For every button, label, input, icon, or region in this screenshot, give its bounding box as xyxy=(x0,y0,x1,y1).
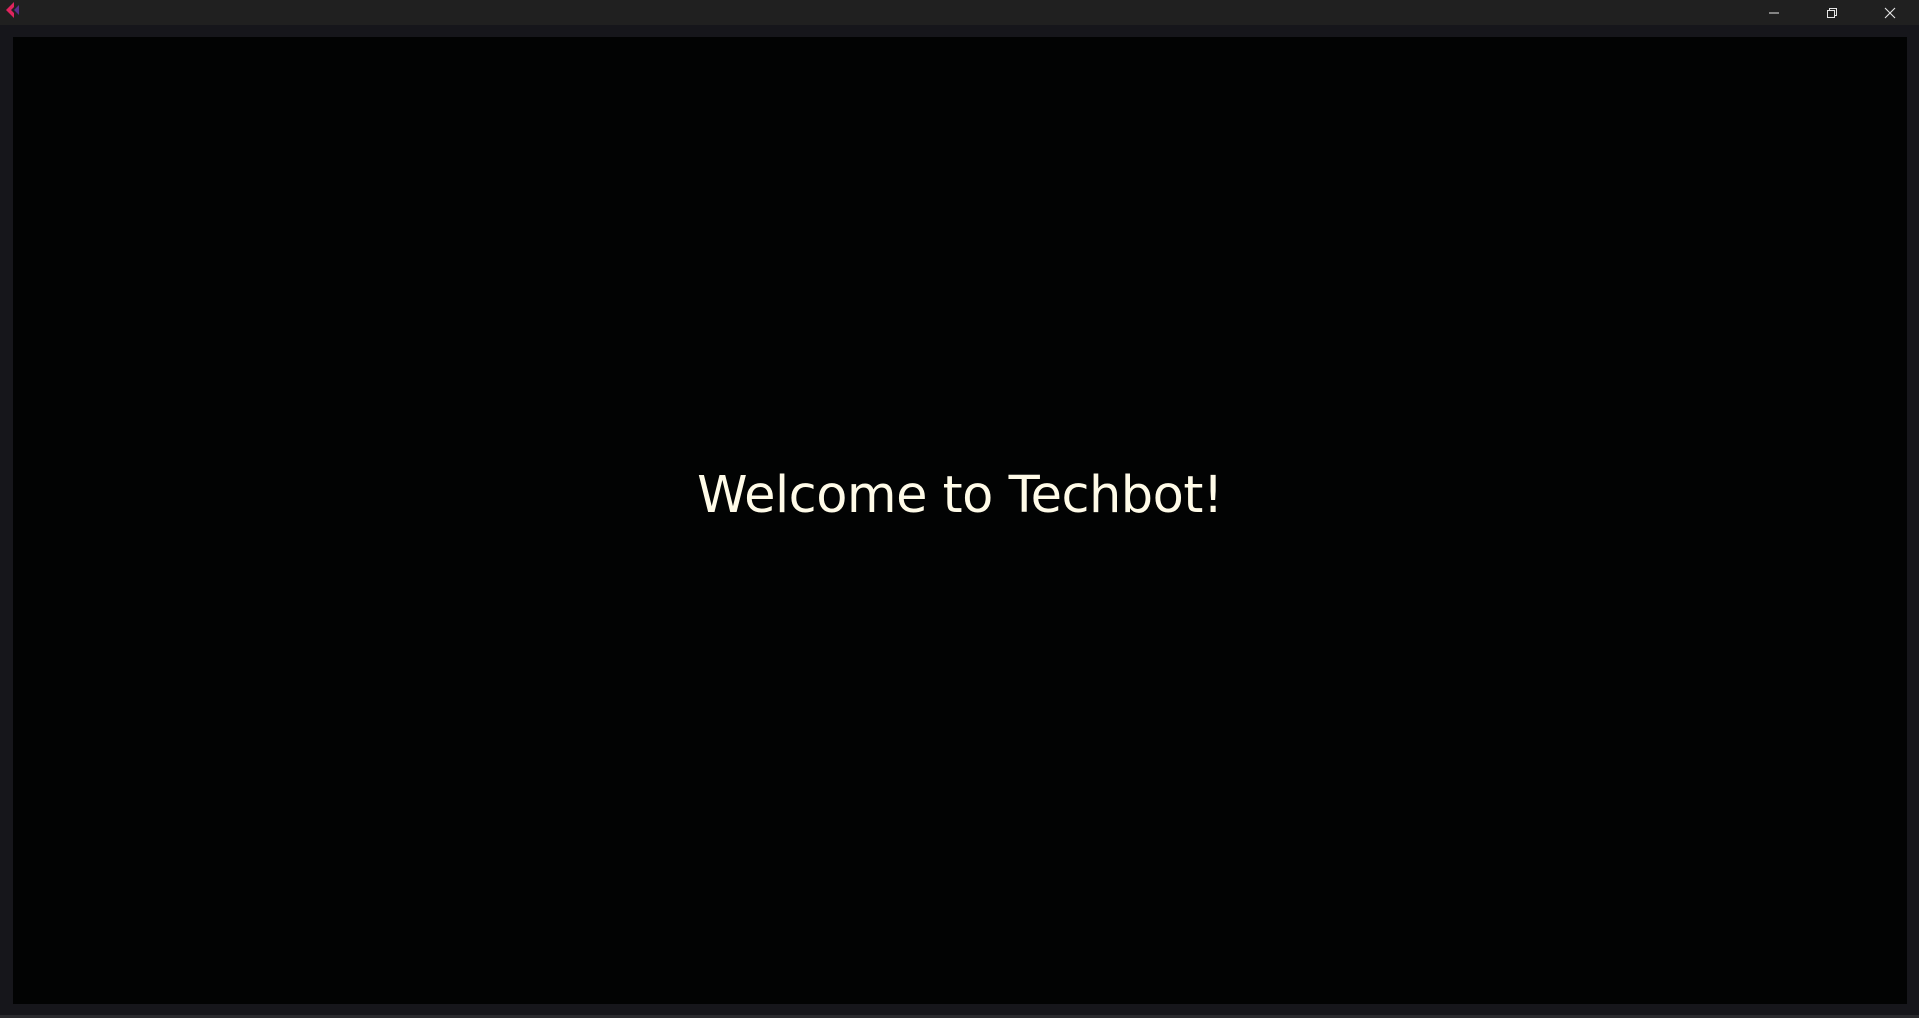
restore-icon xyxy=(1827,7,1837,18)
pink-chevron-icon xyxy=(6,2,19,18)
main-content: Welcome to Techbot! xyxy=(13,37,1907,1004)
close-icon xyxy=(1884,7,1896,18)
restore-button[interactable] xyxy=(1803,0,1861,25)
title-bar[interactable] xyxy=(0,0,1919,25)
minimize-icon xyxy=(1769,12,1779,13)
window-controls xyxy=(1745,0,1919,25)
welcome-heading: Welcome to Techbot! xyxy=(697,466,1223,525)
minimize-button[interactable] xyxy=(1745,0,1803,25)
app-window: Welcome to Techbot! xyxy=(0,0,1919,1018)
close-button[interactable] xyxy=(1861,0,1919,25)
